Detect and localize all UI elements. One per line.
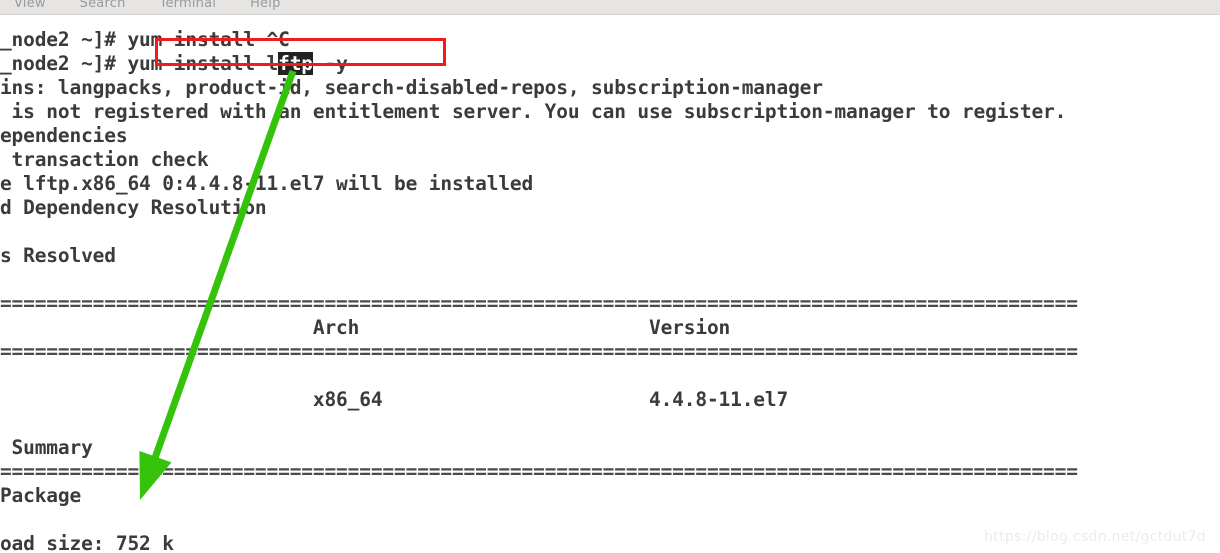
menu-item-view[interactable]: View: [14, 0, 46, 11]
command-suffix: -y: [312, 52, 348, 75]
terminal-line: nning transaction check: [0, 148, 209, 171]
terminal-output[interactable]: rhel7_node2 ~]# yum install ^Crhel7_node…: [0, 15, 1220, 553]
terminal-line: x86_64 4.4.8-11.el7: [0, 388, 789, 411]
terminal-line: l 1 Package: [0, 484, 82, 507]
search-match-highlight: ftp: [278, 52, 313, 75]
terminal-line: ge Arch Version: [0, 316, 731, 339]
terminal-line: ystem is not registered with an entitlem…: [0, 100, 1067, 123]
menu-bar: View Search Terminal Help: [0, 0, 1220, 15]
terminal-line: ========================================…: [0, 340, 1078, 363]
terminal-line: ction Summary: [0, 436, 93, 459]
menu-item-terminal[interactable]: Terminal: [160, 0, 217, 11]
terminal-line: download size: 752 k: [0, 532, 174, 553]
terminal-line: ackage lftp.x86_64 0:4.4.8-11.el7 will b…: [0, 172, 534, 195]
menu-item-help[interactable]: Help: [250, 0, 280, 11]
terminal-line: rhel7_node2 ~]# yum install ^C: [0, 28, 290, 51]
menu-item-search[interactable]: Search: [80, 0, 126, 11]
csdn-watermark: https://blog.csdn.net/gctdut7d: [984, 529, 1206, 545]
terminal-line: encies Resolved: [0, 244, 116, 267]
terminal-line: rhel7_node2 ~]# yum install lftp -y: [0, 52, 348, 76]
terminal-line: ing Dependencies: [0, 124, 128, 147]
terminal-line: plugins: langpacks, product-id, search-d…: [0, 76, 823, 99]
terminal-line: nished Dependency Resolution: [0, 196, 267, 219]
terminal-window: View Search Terminal Help rhel7_node2 ~]…: [0, 0, 1220, 553]
command-prefix: rhel7_node2 ~]# yum install l: [0, 52, 279, 75]
terminal-line: ========================================…: [0, 292, 1078, 315]
terminal-line: ========================================…: [0, 460, 1078, 483]
